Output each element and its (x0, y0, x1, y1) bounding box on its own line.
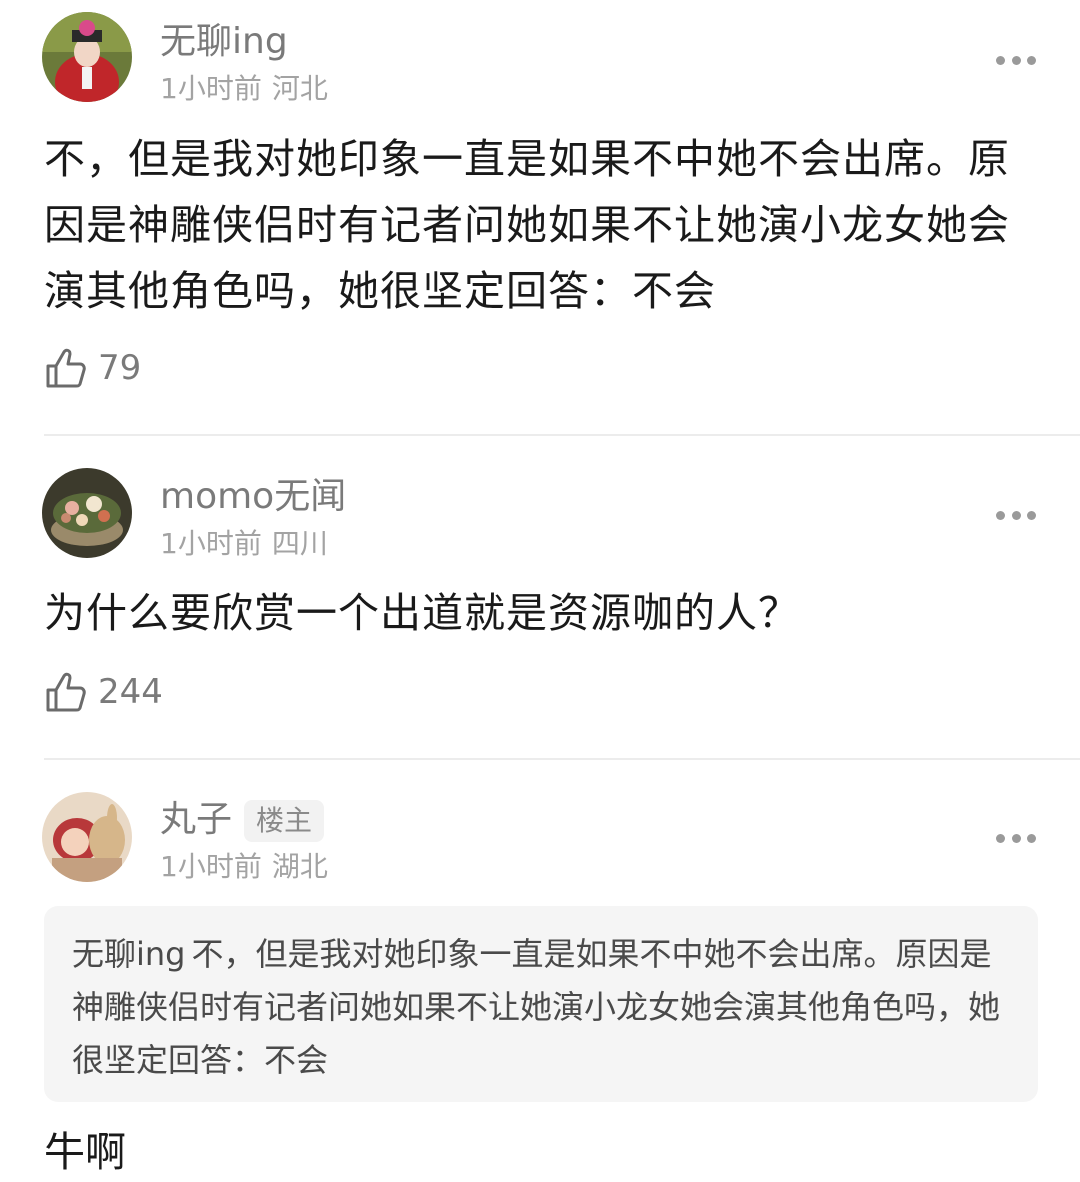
comment-time: 1小时前 (160, 850, 262, 883)
like-button[interactable]: 79 (44, 346, 141, 390)
avatar-image (42, 792, 132, 882)
like-count: 79 (98, 348, 142, 388)
avatar-image (42, 468, 132, 558)
username[interactable]: 无聊ing (160, 20, 288, 64)
comment-location: 湖北 (271, 850, 328, 883)
comment-text: 为什么要欣赏一个出道就是资源咖的人？ (44, 589, 800, 637)
quoted-text: 不，但是我对她印象一直是如果不中她不会出席。原因是神雕侠侣时有记者问她如果不让她… (72, 935, 1001, 1079)
divider (44, 434, 1080, 436)
avatar[interactable] (42, 468, 132, 558)
more-dots-icon[interactable] (996, 510, 1036, 520)
comment-meta: 1小时前 湖北 (160, 850, 328, 884)
avatar[interactable] (42, 12, 132, 102)
avatar[interactable] (42, 792, 132, 882)
more-dots-icon[interactable] (996, 833, 1036, 843)
comment-time: 1小时前 (160, 527, 262, 560)
quoted-comment[interactable]: 无聊ing 不，但是我对她印象一直是如果不中她不会出席。原因是神雕侠侣时有记者问她… (44, 906, 1038, 1102)
comment-meta: 1小时前 四川 (160, 527, 328, 561)
quoted-username[interactable]: 无聊ing (72, 935, 186, 973)
divider (44, 758, 1080, 760)
comment-text: 牛啊 (44, 1128, 126, 1176)
comment-text: 不，但是我对她印象一直是如果不中她不会出席。原因是神雕侠侣时有记者问她如果不让她… (44, 135, 1010, 315)
more-dots-icon[interactable] (996, 55, 1036, 65)
comment-time: 1小时前 (160, 72, 262, 105)
username[interactable]: 丸子 (160, 798, 232, 842)
like-button[interactable]: 244 (44, 670, 163, 714)
comment-location: 河北 (271, 72, 328, 105)
thumbs-up-outline-icon (46, 348, 86, 388)
like-count: 244 (98, 672, 163, 712)
thumbs-up-outline-icon (46, 672, 86, 712)
op-badge: 楼主 (244, 800, 325, 842)
comment-location: 四川 (271, 527, 328, 560)
avatar-image (42, 12, 132, 102)
comment-meta: 1小时前 河北 (160, 72, 328, 106)
username[interactable]: momo无闻 (160, 475, 346, 519)
